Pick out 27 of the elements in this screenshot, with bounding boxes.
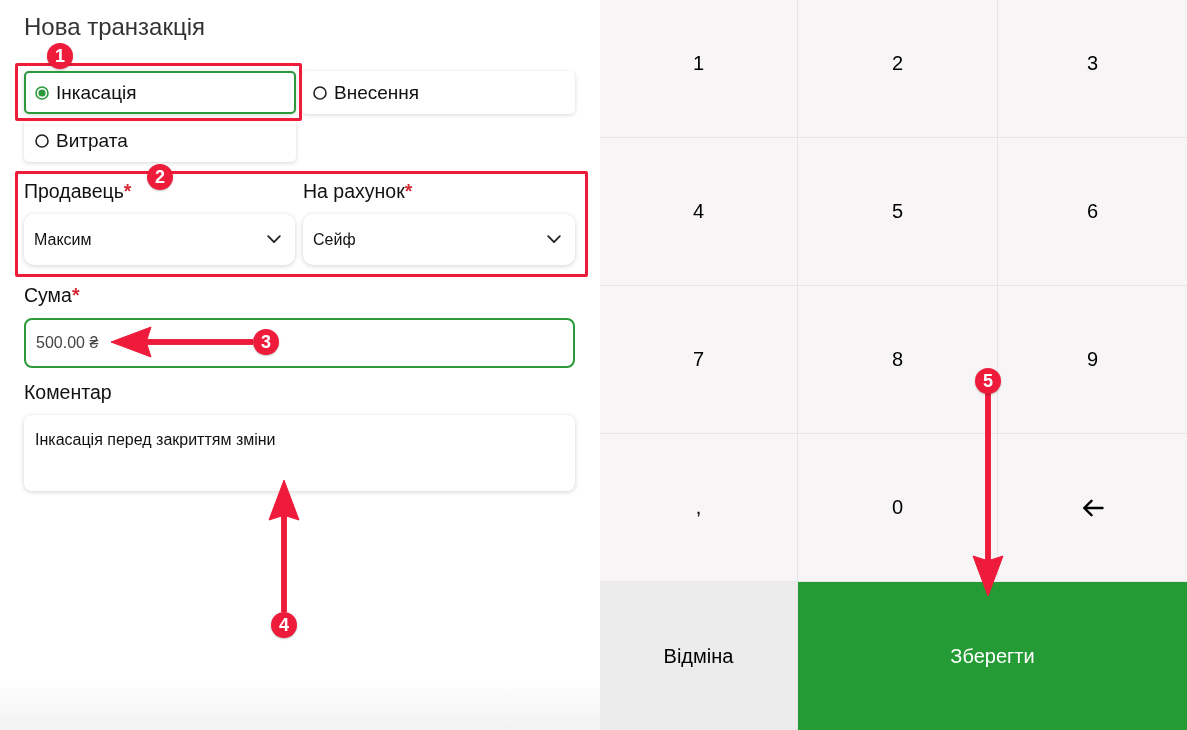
radio-option[interactable]: Внесення [302, 71, 575, 114]
field-label: Сума* [24, 284, 80, 306]
field-label: Коментар [24, 381, 112, 403]
cancel-button[interactable]: Відміна [600, 582, 797, 730]
chevron-down-icon [267, 235, 281, 244]
keypad-key[interactable]: 3 [998, 0, 1187, 137]
keypad-key[interactable]: 7 [600, 286, 797, 433]
dropdown-field[interactable]: Максим [24, 214, 295, 265]
dropdown-field[interactable]: Сейф [303, 214, 575, 265]
field-label: Продавець* [24, 180, 132, 202]
field-label: На рахунок* [303, 180, 413, 202]
backspace-key[interactable] [998, 434, 1187, 581]
arrow-left-icon [1081, 498, 1104, 517]
save-button[interactable]: Зберегти [798, 582, 1187, 730]
keypad-key[interactable]: 2 [798, 0, 997, 137]
form-title: Нова транзакція [24, 12, 206, 42]
keypad-key[interactable]: , [600, 434, 797, 581]
keypad-key[interactable]: 0 [798, 434, 997, 581]
radio-option[interactable]: Інкасація [24, 71, 296, 114]
keypad-key[interactable]: 4 [600, 138, 797, 285]
chevron-down-icon [547, 235, 561, 244]
keypad-key[interactable]: 9 [998, 286, 1187, 433]
keypad-key[interactable]: 5 [798, 138, 997, 285]
comment-textarea[interactable]: Інкасація перед закриттям зміни [24, 415, 575, 491]
keypad-key[interactable]: 6 [998, 138, 1187, 285]
keypad-key[interactable]: 1 [600, 0, 797, 137]
radio-option[interactable]: Витрата [24, 119, 296, 162]
